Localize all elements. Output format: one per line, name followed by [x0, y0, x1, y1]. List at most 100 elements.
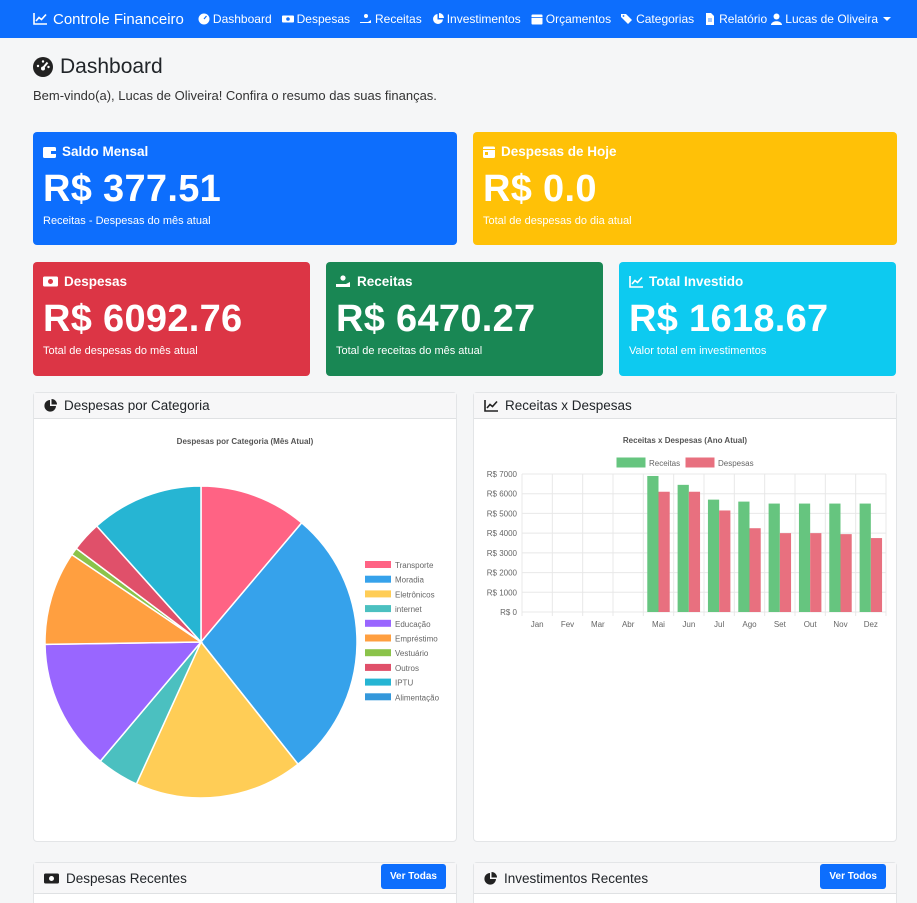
- legend-swatch: [365, 649, 391, 657]
- panel-investimentos-recentes-header: Investimentos Recentes Ver Todos: [474, 863, 896, 894]
- x-tick-label: Nov: [833, 620, 847, 629]
- user-name: Lucas de Oliveira: [785, 12, 878, 26]
- card-hoje-title: Despesas de Hoje: [501, 144, 617, 159]
- nav-receitas-label: Receitas: [375, 12, 422, 26]
- tags-icon: [621, 14, 633, 24]
- panel-receitas-header: Receitas x Despesas: [474, 393, 896, 419]
- y-tick-label: R$ 2000: [487, 569, 518, 578]
- money-icon: [281, 15, 294, 23]
- nav-orcamentos-label: Orçamentos: [545, 12, 612, 26]
- x-tick-label: Jun: [682, 620, 695, 629]
- gauge-icon: [198, 13, 210, 25]
- legend-label: Eletrônicos: [395, 590, 435, 599]
- panel-despesas-categoria: Despesas por Categoria Despesas por Cate…: [33, 392, 457, 842]
- bar-receitas: [798, 503, 811, 612]
- card-despesas-title: Despesas: [64, 274, 128, 289]
- pie-title: Despesas por Categoria (Mês Atual): [177, 437, 314, 446]
- legend-swatch: [365, 561, 391, 568]
- y-tick-label: R$ 5000: [487, 509, 518, 518]
- brand-link[interactable]: Controle Financeiro: [33, 11, 184, 28]
- pie-icon: [432, 13, 444, 24]
- calendar-icon: [483, 146, 495, 158]
- page-title-text: Dashboard: [60, 55, 163, 78]
- x-tick-label: Jul: [714, 620, 724, 629]
- legend-label: Receitas: [649, 459, 680, 468]
- user-icon: [771, 13, 783, 25]
- nav-orcamentos[interactable]: Orçamentos: [531, 12, 611, 26]
- legend-label: Moradia: [395, 576, 424, 585]
- legend-swatch: [616, 457, 646, 468]
- card-despesas-hoje: Despesas de Hoje R$ 0.0 Total de despesa…: [473, 132, 897, 245]
- card-investido-value: R$ 1618.67: [629, 298, 829, 340]
- pie-icon: [44, 399, 57, 412]
- user-menu[interactable]: Lucas de Oliveira: [771, 0, 891, 38]
- pie-chart: Despesas por Categoria (Mês Atual) Transp…: [44, 437, 440, 799]
- bar-title: Receitas x Despesas (Ano Atual): [623, 436, 748, 445]
- y-tick-label: R$ 1000: [487, 588, 518, 597]
- nav-investimentos-label: Investimentos: [446, 12, 521, 26]
- x-tick-label: Dez: [864, 620, 878, 629]
- card-total-investido: Total Investido R$ 1618.67 Valor total e…: [619, 262, 896, 376]
- ver-todos-button[interactable]: Ver Todos: [820, 864, 886, 889]
- legend-label: Empréstimo: [395, 635, 438, 644]
- legend-label: internet: [395, 605, 422, 614]
- card-investido-desc: Valor total em investimentos: [629, 345, 767, 357]
- card-receitas-value: R$ 6470.27: [336, 298, 536, 340]
- panel-despesas-recentes-title: Despesas Recentes: [66, 870, 187, 886]
- card-receitas-title: Receitas: [357, 274, 413, 289]
- bar-receitas: [738, 501, 750, 612]
- panel-receitas-despesas: Receitas x Despesas Receitas x Despesas …: [473, 392, 897, 842]
- brand-label: Controle Financeiro: [53, 10, 184, 28]
- y-tick-label: R$ 0: [500, 608, 517, 617]
- panel-investimentos-recentes-title: Investimentos Recentes: [504, 870, 649, 886]
- card-despesas-value: R$ 6092.76: [43, 298, 243, 340]
- card-receitas-desc: Total de receitas do mês atual: [336, 345, 483, 357]
- legend-label: Alimentação: [395, 693, 440, 702]
- gauge-icon: [33, 57, 53, 77]
- bar-receitas: [768, 503, 780, 612]
- bar-despesas: [749, 528, 761, 612]
- card-despesas-desc: Total de despesas do mês atual: [43, 345, 198, 357]
- bar-despesas: [658, 491, 670, 612]
- x-tick-label: Abr: [622, 620, 635, 629]
- bar-receitas: [829, 503, 841, 612]
- y-tick-label: R$ 6000: [487, 490, 518, 499]
- card-receitas: Receitas R$ 6470.27 Total de receitas do…: [326, 262, 603, 376]
- card-saldo-title: Saldo Mensal: [62, 144, 149, 159]
- bar-chart: Receitas x Despesas (Ano Atual) Receitas D…: [487, 436, 887, 629]
- nav-despesas[interactable]: Despesas: [281, 12, 350, 26]
- y-tick-label: R$ 4000: [487, 529, 518, 538]
- x-tick-label: Mar: [591, 620, 605, 629]
- nav-receitas[interactable]: Receitas: [360, 12, 422, 26]
- ver-todas-button[interactable]: Ver Todas: [380, 864, 446, 889]
- bar-receitas: [647, 475, 659, 612]
- x-tick-label: Ago: [742, 620, 757, 629]
- calendar-icon: [531, 14, 543, 25]
- card-saldo-value: R$ 377.51: [43, 168, 222, 210]
- legend-swatch: [685, 457, 715, 468]
- bar-receitas: [707, 499, 720, 612]
- nav-despesas-label: Despesas: [296, 12, 350, 26]
- chart-line-icon: [484, 399, 498, 412]
- legend-swatch: [365, 663, 391, 671]
- nav-dashboard[interactable]: Dashboard: [198, 12, 272, 26]
- money-icon: [44, 873, 59, 883]
- file-icon: [706, 13, 715, 25]
- panel-categoria-header: Despesas por Categoria: [34, 393, 456, 419]
- nav-relatorio-label: Relatório: [719, 12, 768, 26]
- panel-despesas-recentes-header: Despesas Recentes Ver Todas: [34, 863, 456, 894]
- bar-receitas: [859, 503, 871, 612]
- x-tick-label: Out: [804, 620, 818, 629]
- legend-swatch: [365, 693, 391, 701]
- x-tick-label: Fev: [561, 620, 574, 629]
- nav-categorias[interactable]: Categorias: [621, 12, 694, 26]
- legend-label: Transporte: [395, 561, 434, 570]
- nav-relatorio[interactable]: Relatório: [704, 12, 767, 26]
- x-tick-label: Mai: [652, 620, 665, 629]
- hand-coin-icon: [336, 275, 350, 287]
- card-hoje-value: R$ 0.0: [483, 168, 597, 210]
- card-despesas: Despesas R$ 6092.76 Total de despesas do…: [33, 262, 310, 376]
- bar-receitas: [677, 484, 689, 612]
- nav-categorias-label: Categorias: [636, 12, 695, 26]
- nav-investimentos[interactable]: Investimentos: [432, 12, 521, 26]
